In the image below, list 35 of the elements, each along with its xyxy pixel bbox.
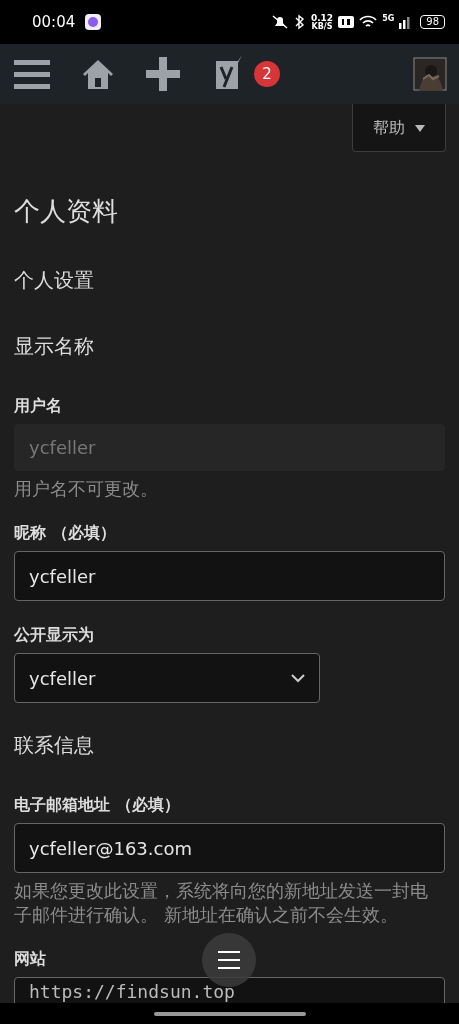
input-field[interactable]: ycfeller — [14, 551, 445, 601]
home-indicator[interactable] — [153, 1011, 306, 1016]
help-text: 用户名不可更改。 — [14, 478, 159, 501]
bluetooth-icon — [293, 14, 306, 30]
network-type: 5G — [382, 13, 395, 23]
home-icon[interactable] — [82, 58, 114, 90]
help-button[interactable]: 帮助 — [352, 104, 446, 152]
plus-icon[interactable] — [146, 57, 180, 91]
field-label: 网站 — [14, 949, 46, 969]
section-heading: 联系信息 — [14, 732, 95, 759]
dropdown-select[interactable]: ycfeller — [14, 653, 320, 703]
chevron-down-icon — [291, 673, 305, 683]
help-text: 如果您更改此设置，系统将向您的新地址发送一封电子邮件进行确认。 新地址在确认之前不会生效。 — [14, 880, 429, 927]
page-title: 个人资料 — [14, 195, 119, 228]
field-label: 公开显示为 — [14, 625, 94, 645]
hd-icon — [338, 16, 355, 28]
input-field[interactable]: https://findsun.top — [14, 977, 445, 1003]
caret-icon — [415, 125, 425, 132]
field-label: 昵称 （必填） — [14, 523, 116, 543]
field-label: 电子邮箱地址 （必填） — [14, 795, 180, 815]
speed-unit: KB/S — [311, 22, 333, 31]
battery-indicator: 98 — [420, 15, 445, 29]
notification-badge: 2 — [254, 61, 280, 87]
signal-icon — [399, 15, 412, 29]
section-heading: 个人设置 — [14, 267, 95, 294]
field-label: 用户名 — [14, 396, 62, 416]
app-icon — [85, 14, 102, 30]
input-field[interactable]: ycfeller@163.com — [14, 823, 445, 873]
muted-bell-icon — [270, 14, 289, 30]
network-speed: 0.12 — [310, 13, 334, 23]
clock: 00:04 — [32, 13, 76, 31]
menu-icon — [218, 950, 240, 970]
menu-icon[interactable] — [14, 58, 50, 90]
section-heading: 显示名称 — [14, 333, 95, 360]
wifi-icon — [359, 15, 378, 29]
